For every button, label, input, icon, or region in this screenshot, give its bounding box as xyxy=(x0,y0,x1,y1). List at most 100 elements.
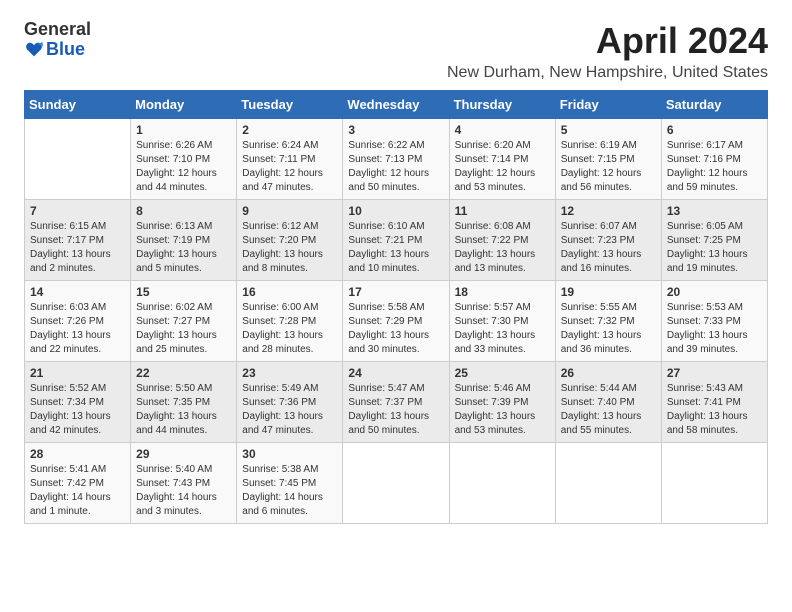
cell-content: Sunrise: 6:08 AMSunset: 7:22 PMDaylight:… xyxy=(455,220,550,276)
cell-content: Sunrise: 6:03 AMSunset: 7:26 PMDaylight:… xyxy=(30,301,125,357)
calendar-cell xyxy=(25,119,131,200)
calendar-cell: 27 Sunrise: 5:43 AMSunset: 7:41 PMDayligh… xyxy=(661,362,767,443)
logo-bird-icon xyxy=(24,42,44,58)
day-number: 24 xyxy=(348,366,443,380)
calendar-cell: 23Sunrise: 5:49 AMSunset: 7:36 PMDayligh… xyxy=(237,362,343,443)
calendar-week-row: 14Sunrise: 6:03 AMSunset: 7:26 PMDayligh… xyxy=(25,281,768,362)
calendar-cell: 6Sunrise: 6:17 AMSunset: 7:16 PMDaylight… xyxy=(661,119,767,200)
title-area: April 2024 New Durham, New Hampshire, Un… xyxy=(447,20,768,82)
day-number: 6 xyxy=(667,123,762,137)
calendar-cell: 16 Sunrise: 6:00 AMSunset: 7:28 PMDayligh… xyxy=(237,281,343,362)
calendar-day-header: Thursday xyxy=(449,91,555,119)
calendar-cell: 11 Sunrise: 6:08 AMSunset: 7:22 PMDayligh… xyxy=(449,200,555,281)
logo: General Blue xyxy=(24,20,91,60)
cell-content: Sunrise: 5:43 AMSunset: 7:41 PMDaylight:… xyxy=(667,382,762,438)
calendar-cell: 20 Sunrise: 5:53 AMSunset: 7:33 PMDayligh… xyxy=(661,281,767,362)
day-number: 5 xyxy=(561,123,656,137)
cell-content: Sunrise: 5:44 AMSunset: 7:40 PMDaylight:… xyxy=(561,382,656,438)
calendar-cell: 17 Sunrise: 5:58 AMSunset: 7:29 PMDayligh… xyxy=(343,281,449,362)
cell-content: Sunrise: 5:41 AMSunset: 7:42 PMDaylight:… xyxy=(30,463,125,519)
calendar-day-header: Wednesday xyxy=(343,91,449,119)
calendar-week-row: 7 Sunrise: 6:15 AMSunset: 7:17 PMDaylight… xyxy=(25,200,768,281)
calendar-day-header: Friday xyxy=(555,91,661,119)
day-number: 28 xyxy=(30,447,125,461)
day-number: 13 xyxy=(667,204,762,218)
calendar-cell: 30Sunrise: 5:38 AMSunset: 7:45 PMDayligh… xyxy=(237,443,343,524)
calendar-day-header: Monday xyxy=(131,91,237,119)
day-number: 27 xyxy=(667,366,762,380)
calendar-cell xyxy=(343,443,449,524)
day-number: 17 xyxy=(348,285,443,299)
calendar-cell: 28 Sunrise: 5:41 AMSunset: 7:42 PMDayligh… xyxy=(25,443,131,524)
calendar-cell: 7 Sunrise: 6:15 AMSunset: 7:17 PMDaylight… xyxy=(25,200,131,281)
day-number: 25 xyxy=(455,366,550,380)
cell-content: Sunrise: 5:55 AMSunset: 7:32 PMDaylight:… xyxy=(561,301,656,357)
cell-content: Sunrise: 5:57 AMSunset: 7:30 PMDaylight:… xyxy=(455,301,550,357)
cell-content: Sunrise: 6:05 AMSunset: 7:25 PMDaylight:… xyxy=(667,220,762,276)
calendar-cell: 3Sunrise: 6:22 AMSunset: 7:13 PMDaylight… xyxy=(343,119,449,200)
calendar-cell xyxy=(555,443,661,524)
header: General Blue April 2024 New Durham, New … xyxy=(24,20,768,82)
cell-content: Sunrise: 6:24 AMSunset: 7:11 PMDaylight:… xyxy=(242,139,337,195)
day-number: 19 xyxy=(561,285,656,299)
day-number: 29 xyxy=(136,447,231,461)
logo-general-text: General xyxy=(24,20,91,40)
cell-content: Sunrise: 5:58 AMSunset: 7:29 PMDaylight:… xyxy=(348,301,443,357)
calendar-cell: 4Sunrise: 6:20 AMSunset: 7:14 PMDaylight… xyxy=(449,119,555,200)
cell-content: Sunrise: 6:26 AMSunset: 7:10 PMDaylight:… xyxy=(136,139,231,195)
day-number: 22 xyxy=(136,366,231,380)
cell-content: Sunrise: 5:53 AMSunset: 7:33 PMDaylight:… xyxy=(667,301,762,357)
cell-content: Sunrise: 6:20 AMSunset: 7:14 PMDaylight:… xyxy=(455,139,550,195)
cell-content: Sunrise: 6:10 AMSunset: 7:21 PMDaylight:… xyxy=(348,220,443,276)
day-number: 8 xyxy=(136,204,231,218)
calendar-cell: 12 Sunrise: 6:07 AMSunset: 7:23 PMDayligh… xyxy=(555,200,661,281)
day-number: 16 xyxy=(242,285,337,299)
day-number: 3 xyxy=(348,123,443,137)
cell-content: Sunrise: 6:19 AMSunset: 7:15 PMDaylight:… xyxy=(561,139,656,195)
calendar-cell: 24Sunrise: 5:47 AMSunset: 7:37 PMDayligh… xyxy=(343,362,449,443)
location: New Durham, New Hampshire, United States xyxy=(447,64,768,82)
calendar-cell xyxy=(661,443,767,524)
day-number: 10 xyxy=(348,204,443,218)
cell-content: Sunrise: 6:12 AMSunset: 7:20 PMDaylight:… xyxy=(242,220,337,276)
day-number: 12 xyxy=(561,204,656,218)
calendar-cell: 19 Sunrise: 5:55 AMSunset: 7:32 PMDayligh… xyxy=(555,281,661,362)
calendar-week-row: 1 Sunrise: 6:26 AMSunset: 7:10 PMDaylight… xyxy=(25,119,768,200)
day-number: 23 xyxy=(242,366,337,380)
calendar-cell: 18 Sunrise: 5:57 AMSunset: 7:30 PMDayligh… xyxy=(449,281,555,362)
calendar-cell: 5 Sunrise: 6:19 AMSunset: 7:15 PMDaylight… xyxy=(555,119,661,200)
day-number: 11 xyxy=(455,204,550,218)
calendar-cell: 22 Sunrise: 5:50 AMSunset: 7:35 PMDayligh… xyxy=(131,362,237,443)
day-number: 9 xyxy=(242,204,337,218)
cell-content: Sunrise: 5:52 AMSunset: 7:34 PMDaylight:… xyxy=(30,382,125,438)
day-number: 7 xyxy=(30,204,125,218)
calendar-week-row: 28 Sunrise: 5:41 AMSunset: 7:42 PMDayligh… xyxy=(25,443,768,524)
cell-content: Sunrise: 6:07 AMSunset: 7:23 PMDaylight:… xyxy=(561,220,656,276)
day-number: 18 xyxy=(455,285,550,299)
calendar-cell: 26Sunrise: 5:44 AMSunset: 7:40 PMDayligh… xyxy=(555,362,661,443)
cell-content: Sunrise: 6:02 AMSunset: 7:27 PMDaylight:… xyxy=(136,301,231,357)
calendar-day-header: Sunday xyxy=(25,91,131,119)
calendar-table: SundayMondayTuesdayWednesdayThursdayFrid… xyxy=(24,90,768,524)
calendar-cell: 29 Sunrise: 5:40 AMSunset: 7:43 PMDayligh… xyxy=(131,443,237,524)
calendar-cell: 1 Sunrise: 6:26 AMSunset: 7:10 PMDaylight… xyxy=(131,119,237,200)
day-number: 21 xyxy=(30,366,125,380)
cell-content: Sunrise: 5:50 AMSunset: 7:35 PMDaylight:… xyxy=(136,382,231,438)
calendar-cell: 15Sunrise: 6:02 AMSunset: 7:27 PMDayligh… xyxy=(131,281,237,362)
cell-content: Sunrise: 6:15 AMSunset: 7:17 PMDaylight:… xyxy=(30,220,125,276)
calendar-cell: 25Sunrise: 5:46 AMSunset: 7:39 PMDayligh… xyxy=(449,362,555,443)
calendar-cell: 13 Sunrise: 6:05 AMSunset: 7:25 PMDayligh… xyxy=(661,200,767,281)
cell-content: Sunrise: 6:13 AMSunset: 7:19 PMDaylight:… xyxy=(136,220,231,276)
day-number: 1 xyxy=(136,123,231,137)
day-number: 20 xyxy=(667,285,762,299)
calendar-day-header: Tuesday xyxy=(237,91,343,119)
day-number: 2 xyxy=(242,123,337,137)
calendar-cell: 2 Sunrise: 6:24 AMSunset: 7:11 PMDaylight… xyxy=(237,119,343,200)
calendar-week-row: 21 Sunrise: 5:52 AMSunset: 7:34 PMDayligh… xyxy=(25,362,768,443)
calendar-cell: 14Sunrise: 6:03 AMSunset: 7:26 PMDayligh… xyxy=(25,281,131,362)
cell-content: Sunrise: 6:00 AMSunset: 7:28 PMDaylight:… xyxy=(242,301,337,357)
calendar-header-row: SundayMondayTuesdayWednesdayThursdayFrid… xyxy=(25,91,768,119)
month-title: April 2024 xyxy=(447,20,768,62)
calendar-cell: 10 Sunrise: 6:10 AMSunset: 7:21 PMDayligh… xyxy=(343,200,449,281)
cell-content: Sunrise: 5:40 AMSunset: 7:43 PMDaylight:… xyxy=(136,463,231,519)
